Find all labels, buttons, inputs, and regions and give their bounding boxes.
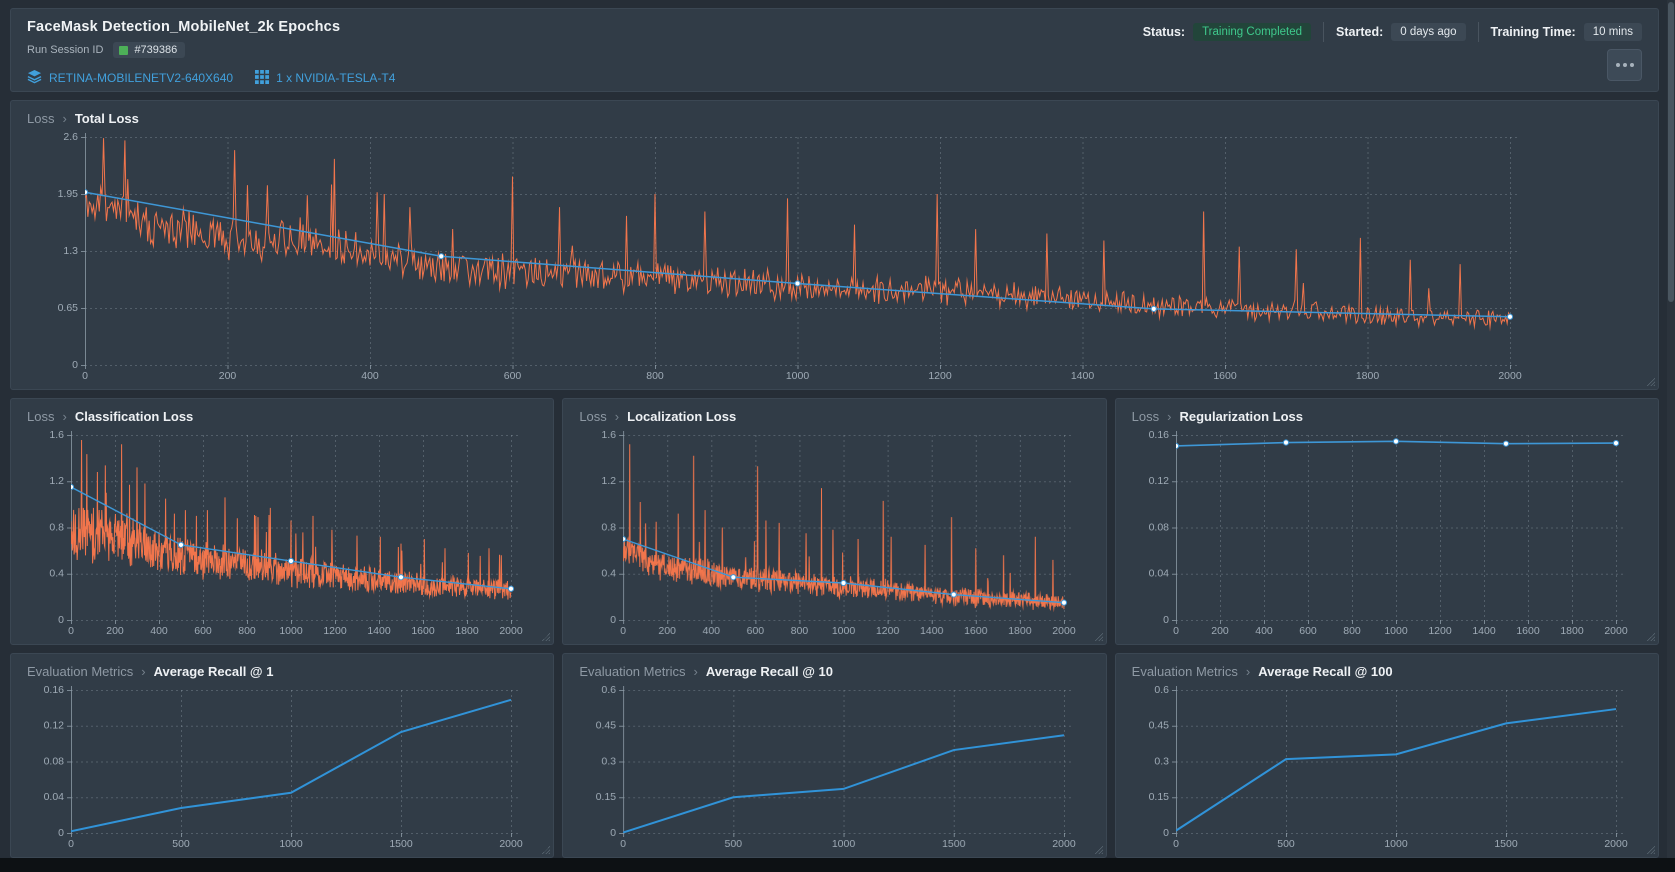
regularization-loss-chart[interactable] xyxy=(1131,427,1642,640)
chart-title: Average Recall @ 10 xyxy=(705,664,833,679)
run-session-badge: #739386 xyxy=(113,42,186,58)
breadcrumb-chevron-icon: › xyxy=(62,111,67,126)
localization-loss-panel: Loss › Localization Loss xyxy=(562,398,1107,645)
status-badge: Training Completed xyxy=(1193,23,1312,41)
chart-title: Regularization Loss xyxy=(1179,409,1303,424)
started-label: Started: xyxy=(1336,25,1384,39)
run-session: Run Session ID #739386 xyxy=(27,42,1642,58)
chart-breadcrumb: Loss › Localization Loss xyxy=(579,409,1089,424)
model-link-label: RETINA-MOBILENETV2-640X640 xyxy=(49,71,234,85)
chart-breadcrumb: Loss › Classification Loss xyxy=(27,409,537,424)
scrollbar-thumb[interactable] xyxy=(1668,2,1674,302)
chart-group-label: Loss xyxy=(27,111,55,126)
run-session-label: Run Session ID xyxy=(27,44,104,56)
resize-grip-icon[interactable] xyxy=(1094,633,1103,641)
started-stat: Started: 0 days ago xyxy=(1336,23,1466,41)
divider xyxy=(1323,22,1325,42)
resize-grip-icon[interactable] xyxy=(542,846,551,854)
started-badge: 0 days ago xyxy=(1391,23,1466,41)
status-stat: Status: Training Completed xyxy=(1142,23,1312,41)
run-color-square-icon xyxy=(119,45,129,55)
breadcrumb-chevron-icon: › xyxy=(141,664,146,679)
scrollbar[interactable] xyxy=(1667,0,1675,858)
breadcrumb-chevron-icon: › xyxy=(1245,664,1251,679)
training-time-badge: 10 mins xyxy=(1583,23,1642,41)
chart-group-label: Loss xyxy=(1131,409,1160,424)
training-time-label: Training Time: xyxy=(1490,25,1576,39)
chart-group-label: Loss xyxy=(579,409,607,424)
chart-title: Classification Loss xyxy=(74,409,194,424)
chart-title: Total Loss xyxy=(74,111,139,126)
classification-loss-chart[interactable] xyxy=(27,427,538,640)
total-loss-chart[interactable] xyxy=(27,129,1642,385)
chart-breadcrumb: Loss › Regularization Loss xyxy=(1132,409,1642,424)
more-options-button[interactable] xyxy=(1607,49,1642,81)
average-recall-100-panel: Evaluation Metrics › Average Recall @ 10… xyxy=(1114,653,1659,858)
total-loss-panel: Loss › Total Loss xyxy=(10,100,1659,390)
breadcrumb-chevron-icon: › xyxy=(614,409,620,424)
chart-group-label: Evaluation Metrics xyxy=(27,664,134,679)
average-recall-1-chart[interactable] xyxy=(27,682,538,853)
run-header-panel: FaceMask Detection_MobileNet_2k Epochcs … xyxy=(10,8,1659,92)
ellipsis-icon xyxy=(1615,63,1620,67)
status-label: Status: xyxy=(1142,25,1186,39)
dashboard: FaceMask Detection_MobileNet_2k Epochcs … xyxy=(0,0,1675,858)
average-recall-10-panel: Evaluation Metrics › Average Recall @ 10 xyxy=(562,653,1107,858)
chart-breadcrumb: Evaluation Metrics › Average Recall @ 10… xyxy=(1132,664,1642,679)
run-links: RETINA-MOBILENETV2-640X640 1 x NVIDIA-TE… xyxy=(27,69,1642,87)
classification-loss-panel: Loss › Classification Loss xyxy=(10,398,555,645)
chart-breadcrumb: Evaluation Metrics › Average Recall @ 10 xyxy=(579,664,1089,679)
divider xyxy=(1477,22,1479,42)
chart-group-label: Evaluation Metrics xyxy=(1131,664,1238,679)
bottom-bar xyxy=(0,858,1675,872)
evaluation-charts-row: Evaluation Metrics › Average Recall @ 1 … xyxy=(10,653,1659,858)
run-session-id: #739386 xyxy=(134,44,178,56)
average-recall-1-panel: Evaluation Metrics › Average Recall @ 1 xyxy=(10,653,555,858)
breadcrumb-chevron-icon: › xyxy=(693,664,698,679)
resize-grip-icon[interactable] xyxy=(1646,846,1655,854)
run-stats: Status: Training Completed Started: 0 da… xyxy=(1143,22,1642,42)
average-recall-100-chart[interactable] xyxy=(1131,682,1642,853)
regularization-loss-panel: Loss › Regularization Loss xyxy=(1114,398,1659,645)
chart-breadcrumb: Loss › Total Loss xyxy=(27,111,1642,126)
resize-grip-icon[interactable] xyxy=(1646,633,1655,641)
resize-grip-icon[interactable] xyxy=(1647,378,1655,386)
training-time-stat: Training Time: 10 mins xyxy=(1491,23,1642,41)
average-recall-10-chart[interactable] xyxy=(579,682,1090,853)
localization-loss-chart[interactable] xyxy=(579,427,1090,640)
chart-title: Localization Loss xyxy=(627,409,737,424)
chart-title: Average Recall @ 100 xyxy=(1258,664,1393,679)
resize-grip-icon[interactable] xyxy=(1094,846,1103,854)
gpu-link[interactable]: 1 x NVIDIA-TESLA-T4 xyxy=(255,69,396,87)
layers-icon xyxy=(27,69,42,87)
breadcrumb-chevron-icon: › xyxy=(62,409,67,424)
chart-title: Average Recall @ 1 xyxy=(153,664,274,679)
resize-grip-icon[interactable] xyxy=(542,633,551,641)
gpu-link-label: 1 x NVIDIA-TESLA-T4 xyxy=(276,71,396,85)
chart-group-label: Loss xyxy=(27,409,55,424)
chart-breadcrumb: Evaluation Metrics › Average Recall @ 1 xyxy=(27,664,537,679)
loss-charts-row: Loss › Classification Loss Loss › Locali… xyxy=(10,398,1659,645)
chart-group-label: Evaluation Metrics xyxy=(579,664,686,679)
breadcrumb-chevron-icon: › xyxy=(1167,409,1172,424)
model-link[interactable]: RETINA-MOBILENETV2-640X640 xyxy=(27,69,233,87)
gpu-grid-icon xyxy=(255,69,270,87)
